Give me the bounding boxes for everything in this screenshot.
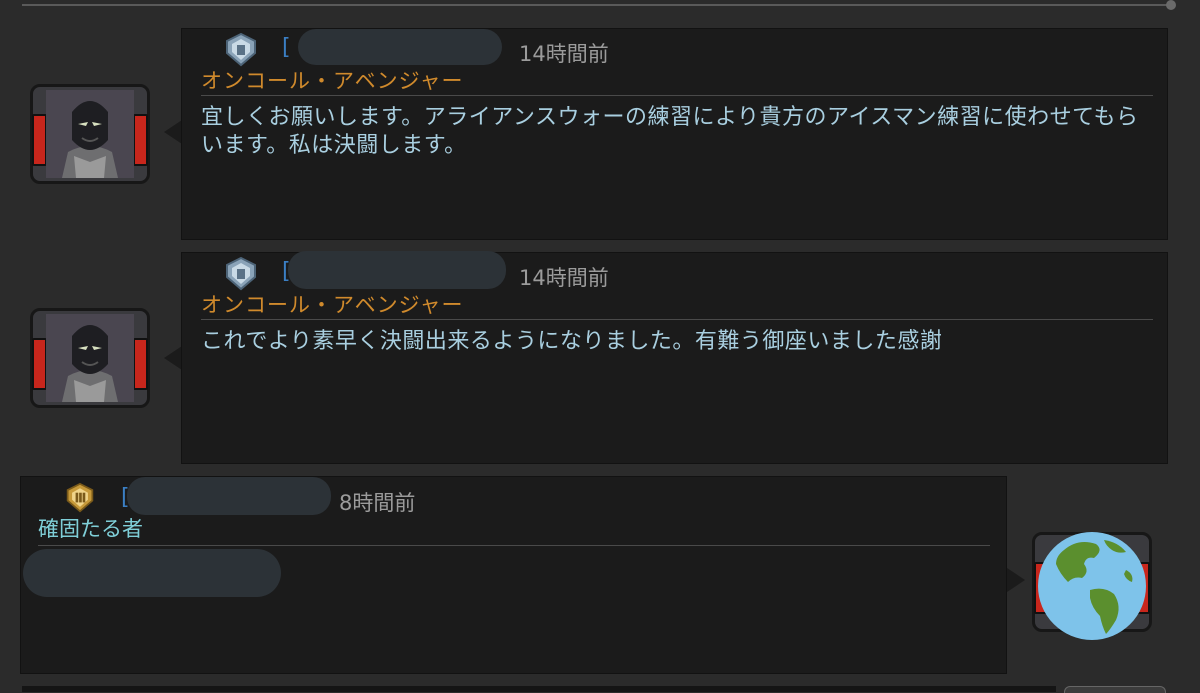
chat-input-bar[interactable]	[22, 686, 1056, 692]
avatar-frame-left-accent	[32, 338, 47, 390]
chat-message[interactable]: [ 14時間前 オンコール・アベンジャー これでより素早く決闘出来るようになりま…	[181, 251, 1168, 464]
message-divider	[38, 545, 990, 546]
user-title: 確固たる者	[38, 517, 143, 541]
username-bracket: [	[282, 35, 291, 60]
avatar-icon[interactable]	[30, 84, 150, 184]
panther-avatar-icon	[46, 90, 134, 178]
avatar-icon[interactable]	[30, 308, 150, 408]
bubble-tail	[164, 120, 182, 144]
panther-avatar-icon	[46, 314, 134, 402]
top-divider	[22, 4, 1174, 6]
scroll-handle[interactable]	[1166, 0, 1176, 10]
gold-shield-icon	[66, 483, 94, 513]
platinum-shield-icon	[226, 33, 256, 67]
avatar-icon-own[interactable]	[1032, 532, 1152, 640]
message-time: 8時間前	[339, 491, 416, 515]
message-text: これでより素早く決闘出来るようになりました。有難う御座いました感謝	[201, 329, 943, 354]
avatar-frame-right-accent	[133, 114, 148, 166]
message-text: 宜しくお願いします。アライアンスウォーの練習により貴方のアイスマン練習に使わせて…	[201, 105, 1139, 158]
message-time: 14時間前	[519, 266, 609, 290]
user-title: オンコール・アベンジャー	[201, 69, 464, 93]
chat-message[interactable]: [ 14時間前 オンコール・アベンジャー 宜しくお願いします。アライアンスウォー…	[181, 28, 1168, 240]
message-divider	[201, 319, 1153, 320]
bubble-tail	[164, 346, 182, 370]
username-redacted[interactable]	[298, 29, 502, 65]
bubble-tail	[1007, 568, 1025, 592]
message-time: 14時間前	[519, 42, 609, 66]
avatar-frame-left-accent	[32, 114, 47, 166]
chat-message-own[interactable]: [ 8時間前 確固たる者	[20, 476, 1007, 674]
message-divider	[201, 95, 1153, 96]
platinum-shield-icon	[226, 257, 256, 291]
message-text-redacted	[23, 549, 281, 597]
username-redacted[interactable]	[127, 477, 331, 515]
username-redacted[interactable]	[288, 251, 506, 289]
earth-globe-icon	[1038, 532, 1146, 640]
avatar-frame-right-accent	[133, 338, 148, 390]
user-title: オンコール・アベンジャー	[201, 293, 464, 317]
